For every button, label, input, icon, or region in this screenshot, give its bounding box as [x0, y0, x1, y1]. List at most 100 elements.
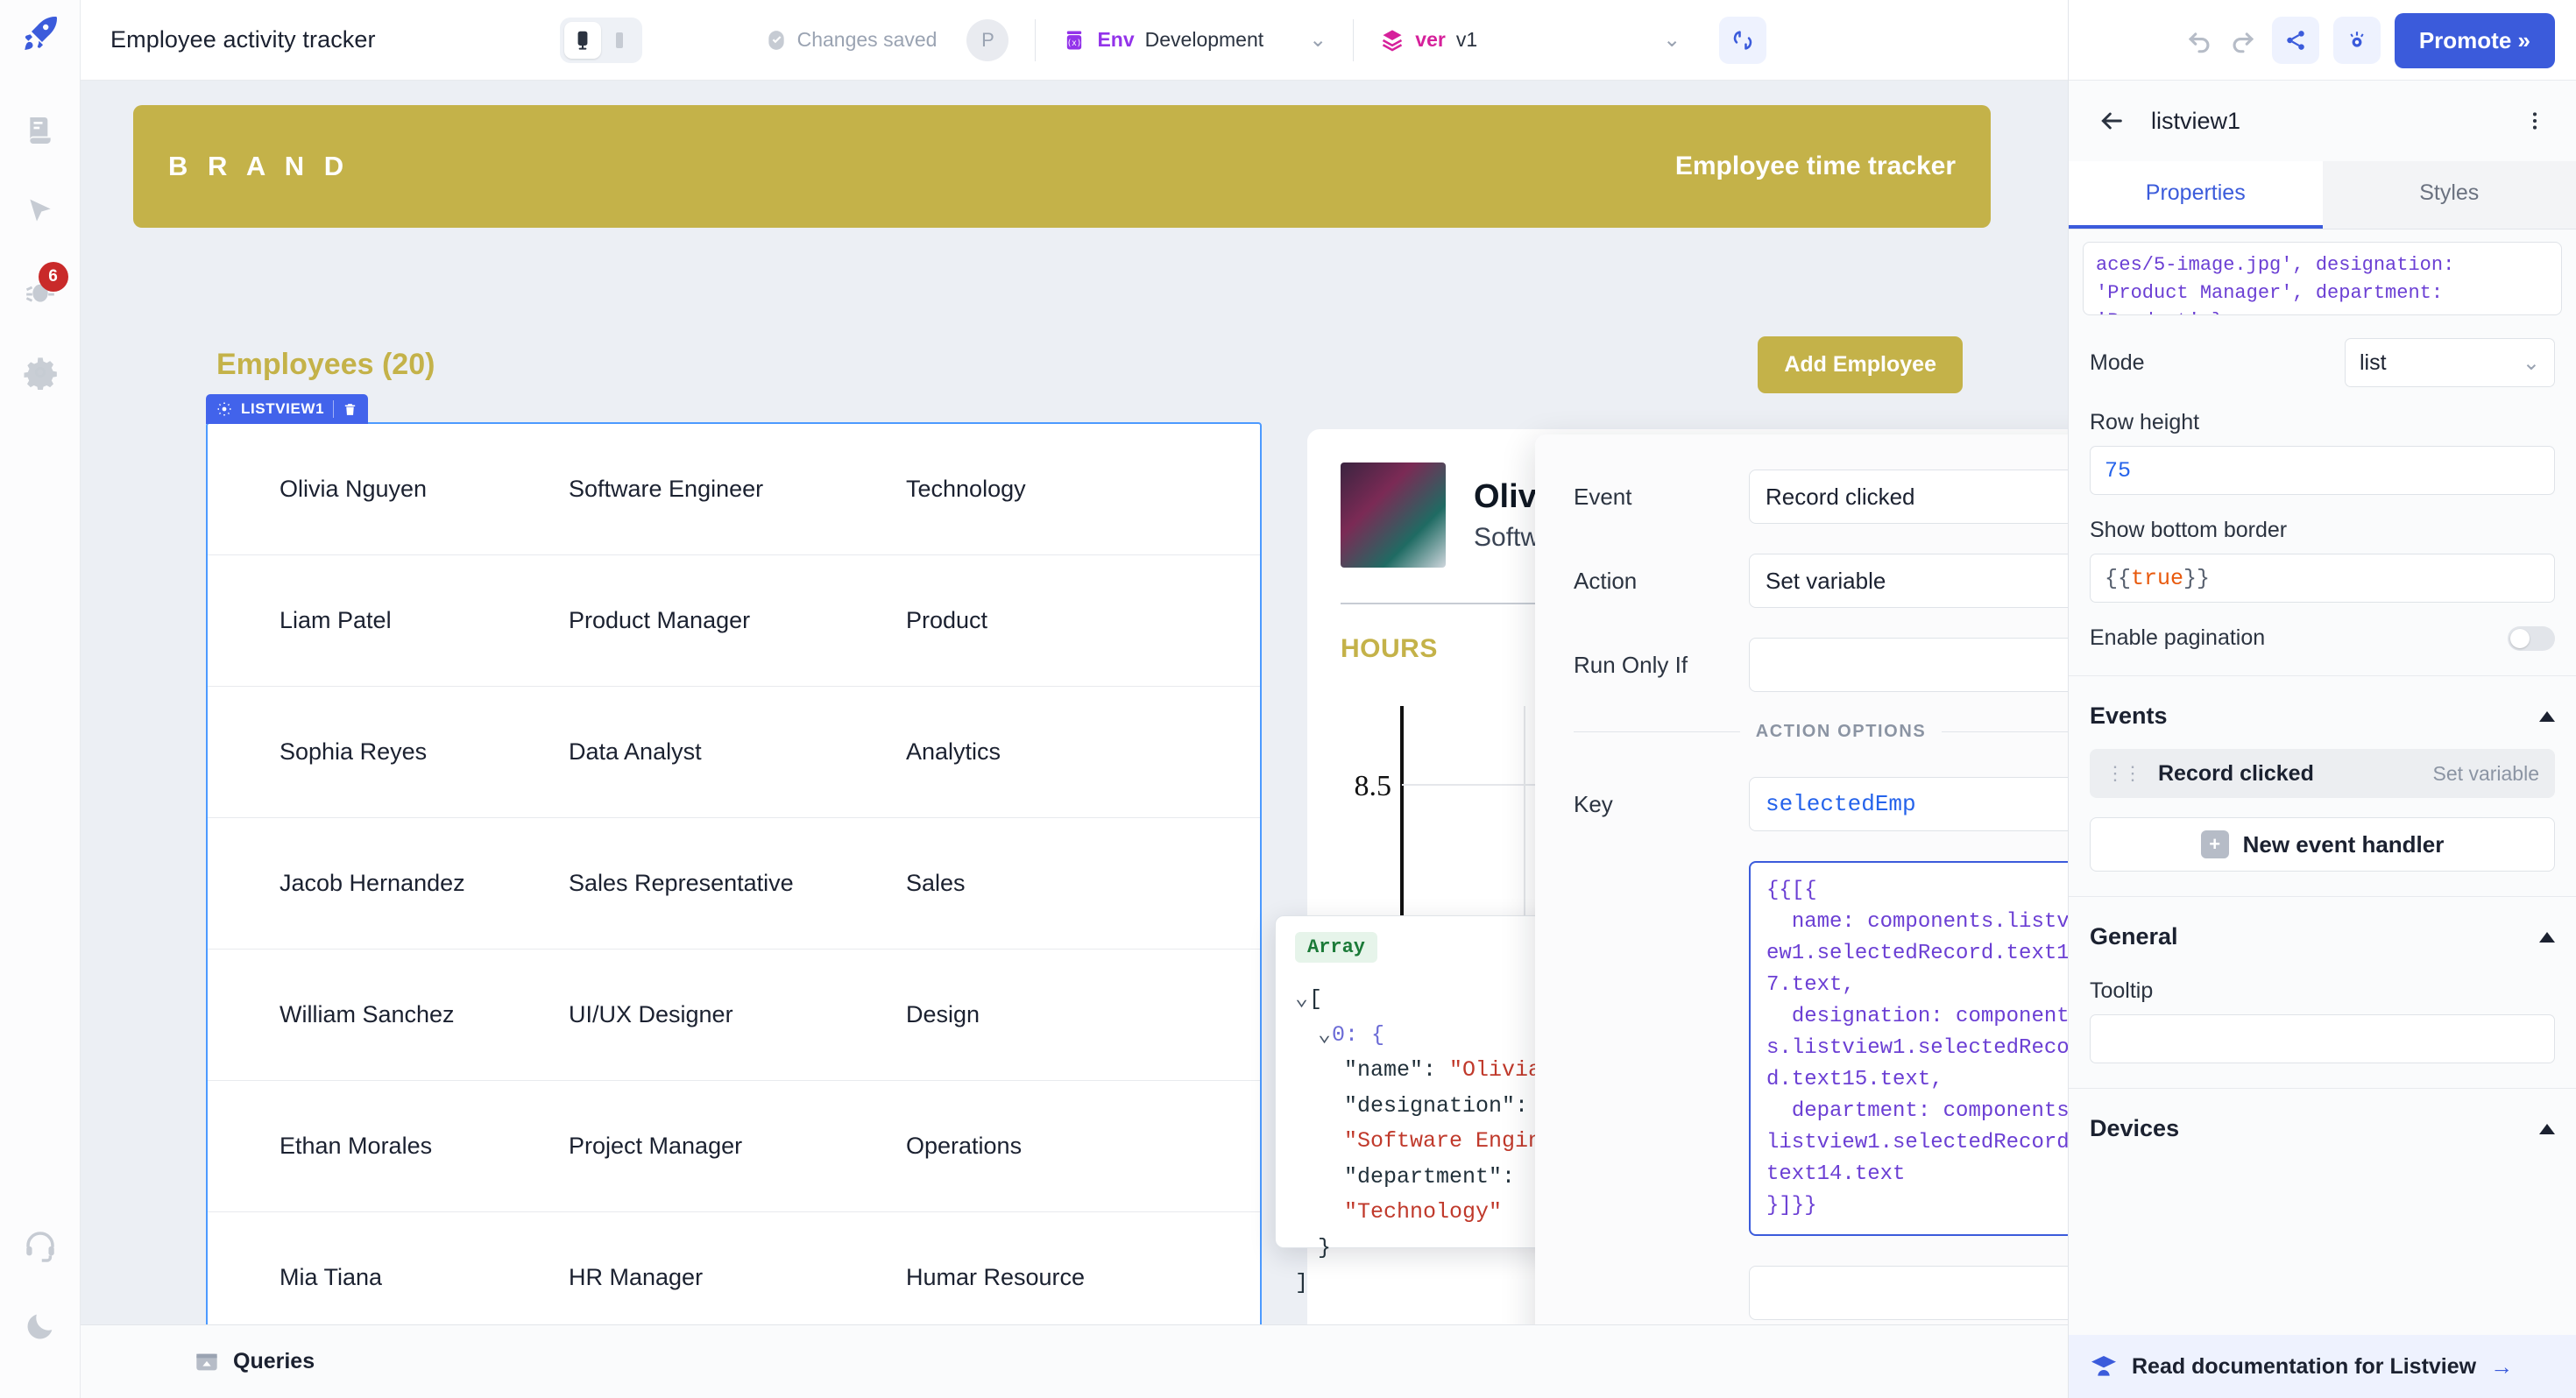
desktop-view-icon[interactable] — [563, 21, 601, 59]
chevron-down-icon[interactable]: ⌄ — [1663, 27, 1681, 53]
json-collapse-caret[interactable]: ⌄ — [1295, 982, 1309, 1018]
json-type-badge: Array — [1295, 932, 1378, 963]
tab-styles[interactable]: Styles — [2323, 161, 2576, 229]
general-section-title: General — [2090, 923, 2178, 950]
rocket-icon[interactable] — [19, 12, 61, 59]
cell-name: Liam Patel — [280, 607, 392, 633]
chevron-up-icon[interactable] — [2539, 1123, 2555, 1134]
layers-icon — [1383, 29, 1403, 52]
back-arrow-icon[interactable] — [2098, 107, 2127, 135]
main-column: Employee activity tracker Changes saved … — [81, 0, 2068, 1398]
event-handler-name: Record clicked — [2158, 760, 2314, 786]
documentation-label: Read documentation for Listview — [2132, 1353, 2477, 1379]
event-label: Event — [1574, 483, 1632, 510]
run-only-if-label: Run Only If — [1574, 651, 1688, 678]
json-index-key: 0: { — [1332, 1021, 1385, 1048]
table-row[interactable]: Mia Tiana HR Manager Humar Resource — [208, 1212, 1260, 1324]
dark-mode-moon-icon[interactable] — [16, 1302, 65, 1351]
app-root: 6 Employee activity tracker Changes save… — [0, 0, 2576, 1398]
viewport-mode-switcher — [559, 17, 642, 63]
action-select[interactable]: Set variable ⌄ — [1749, 554, 2068, 608]
table-row[interactable]: Jacob Hernandez Sales Representative Sales — [208, 818, 1260, 950]
mode-select[interactable]: list ⌄ — [2345, 338, 2555, 387]
enable-pagination-field: Enable pagination — [2069, 625, 2576, 651]
inspector-tabs: Properties Styles — [2069, 161, 2576, 229]
key-input[interactable]: selectedEmp — [1749, 777, 2068, 831]
chevron-up-icon[interactable] — [2539, 710, 2555, 722]
enable-pagination-toggle[interactable] — [2508, 625, 2555, 651]
cell-department: Design — [906, 1001, 980, 1027]
sidebar-item-settings[interactable] — [16, 348, 65, 397]
mobile-view-icon[interactable] — [601, 22, 638, 59]
version-selector[interactable]: ver v1 ⌄ — [1380, 27, 1681, 53]
event-select[interactable]: Record clicked ⌄ — [1749, 470, 2068, 524]
support-headset-icon[interactable] — [16, 1221, 65, 1270]
action-select-value: Set variable — [1766, 567, 1886, 594]
chevron-down-icon[interactable]: ⌄ — [1309, 27, 1327, 53]
undo-icon[interactable] — [2184, 25, 2214, 55]
show-bottom-border-input[interactable]: {{true}} — [2090, 554, 2555, 603]
run-only-if-input[interactable] — [1749, 638, 2068, 692]
new-event-handler-button[interactable]: + New event handler — [2090, 817, 2555, 872]
listview-widget-tag[interactable]: LISTVIEW1 — [206, 394, 369, 424]
debugger-badge-count: 6 — [38, 262, 68, 292]
environment-selector[interactable]: (x) Env Development ⌄ — [1062, 27, 1327, 53]
devices-section-header[interactable]: Devices — [2069, 1088, 2576, 1161]
redo-icon[interactable] — [2228, 25, 2258, 55]
kebab-menu-icon[interactable] — [2523, 109, 2546, 132]
value-field-row: {{[{ name: components.listview1.selected… — [1574, 861, 2068, 1236]
value-code-editor[interactable]: {{[{ name: components.listview1.selected… — [1749, 861, 2068, 1236]
plus-icon: + — [2200, 830, 2229, 858]
tab-properties[interactable]: Properties — [2069, 161, 2323, 229]
action-options-divider: ACTION OPTIONS — [1574, 722, 2068, 742]
debounce-input[interactable] — [1749, 1266, 2068, 1320]
rail-bottom-group — [0, 1205, 81, 1366]
table-row[interactable]: Sophia Reyes Data Analyst Analytics — [208, 687, 1260, 818]
drag-handle-icon[interactable]: ⋮⋮ — [2105, 764, 2142, 784]
gear-icon — [216, 401, 232, 417]
action-field-row: Action Set variable ⌄ — [1574, 554, 2068, 608]
sidebar-item-inspector[interactable] — [16, 187, 65, 236]
version-value: v1 — [1455, 28, 1478, 51]
promote-button[interactable]: Promote » — [2394, 12, 2555, 68]
documentation-link[interactable]: Read documentation for Listview → — [2069, 1335, 2576, 1398]
sidebar-item-debugger[interactable]: 6 — [16, 262, 68, 316]
listview-component[interactable]: Olivia Nguyen Software Engineer Technology… — [206, 422, 1262, 1324]
chevron-up-icon[interactable] — [2539, 931, 2555, 943]
cell-department: Operations — [906, 1133, 1023, 1159]
avatar[interactable]: P — [966, 18, 1009, 61]
row-height-input[interactable]: 75 — [2090, 446, 2555, 495]
queries-label: Queries — [233, 1349, 315, 1373]
events-section-header[interactable]: Events — [2069, 675, 2576, 749]
chevron-down-icon: ⌄ — [2522, 350, 2540, 375]
share-icon[interactable] — [2271, 17, 2319, 64]
queries-bar[interactable]: Queries — [81, 1324, 2068, 1398]
devices-section-title: Devices — [2090, 1115, 2180, 1141]
delete-trash-icon[interactable] — [343, 402, 357, 417]
table-row[interactable]: Ethan Morales Project Manager Operations — [208, 1081, 1260, 1212]
refresh-icon[interactable] — [1719, 16, 1767, 64]
cell-designation: Project Manager — [569, 1133, 743, 1159]
save-status: Changes saved — [765, 28, 937, 52]
inspector-toolbar: Promote » — [2069, 0, 2576, 81]
banner-tagline: Employee time tracker — [1674, 152, 1956, 180]
add-employee-button[interactable]: Add Employee — [1758, 336, 1963, 393]
cloud-check-icon — [768, 30, 784, 50]
data-source-code-preview[interactable]: aces/5-image.jpg', designation: 'Product… — [2083, 242, 2562, 315]
json-close-brace: } — [1318, 1234, 1332, 1260]
general-section-header[interactable]: General — [2069, 896, 2576, 970]
table-row[interactable]: William Sanchez UI/UX Designer Design — [208, 950, 1260, 1081]
sidebar-item-pages[interactable] — [16, 106, 65, 155]
row-height-label: Row height — [2090, 410, 2200, 434]
events-section-title: Events — [2090, 703, 2168, 729]
json-collapse-caret[interactable]: ⌄ — [1318, 1018, 1332, 1054]
preview-eye-icon[interactable] — [2332, 17, 2381, 64]
profile-avatar-image — [1341, 462, 1446, 568]
new-event-handler-label: New event handler — [2242, 830, 2445, 858]
cell-department: Humar Resource — [906, 1264, 1086, 1290]
table-row[interactable]: Liam Patel Product Manager Product — [208, 555, 1260, 687]
tooltip-input[interactable] — [2090, 1014, 2555, 1063]
top-toolbar: Employee activity tracker Changes saved … — [81, 0, 2068, 81]
event-handler-item[interactable]: ⋮⋮ Record clicked Set variable — [2090, 749, 2555, 798]
table-row[interactable]: Olivia Nguyen Software Engineer Technology — [208, 424, 1260, 555]
